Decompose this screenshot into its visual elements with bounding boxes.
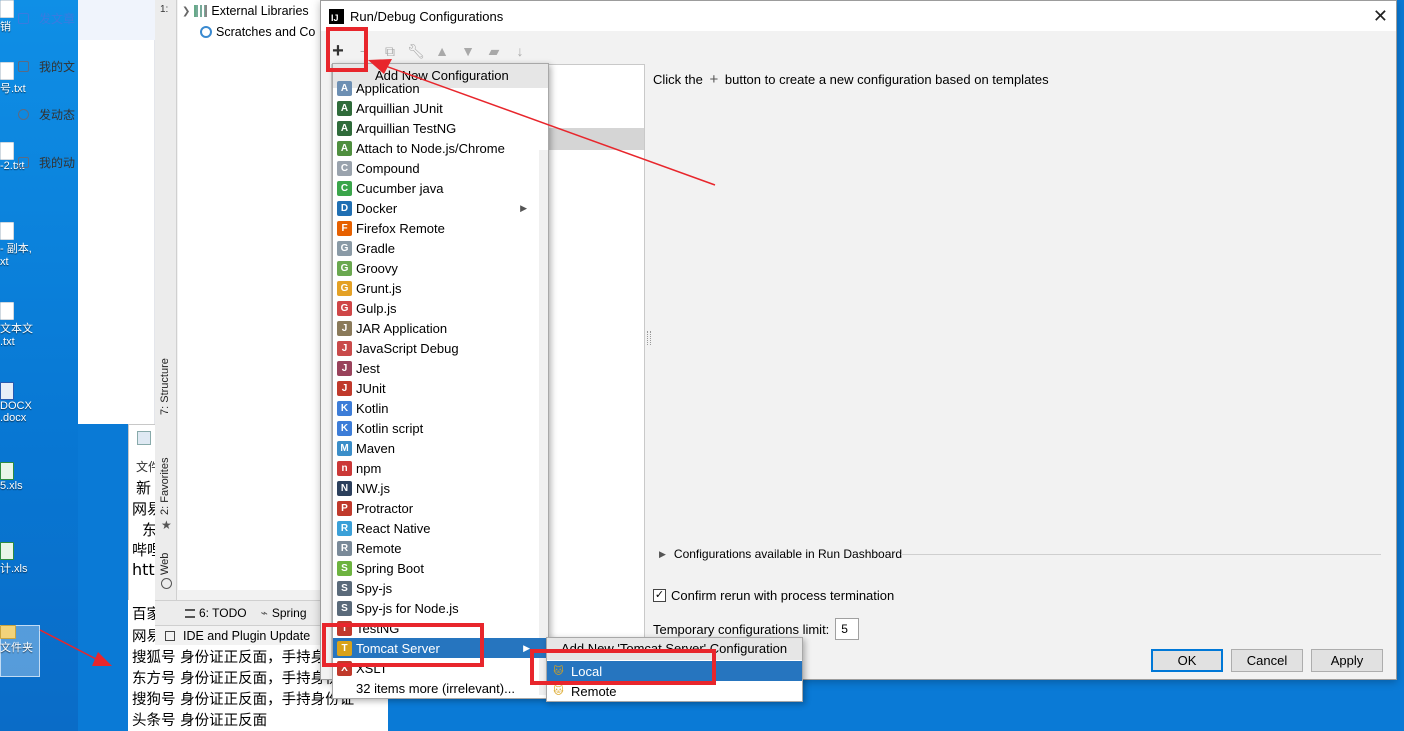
annotation-arrows xyxy=(39,59,716,666)
annotation-arrow xyxy=(379,63,716,186)
arrowhead-icon xyxy=(92,652,112,666)
annotation-arrow xyxy=(39,629,99,661)
